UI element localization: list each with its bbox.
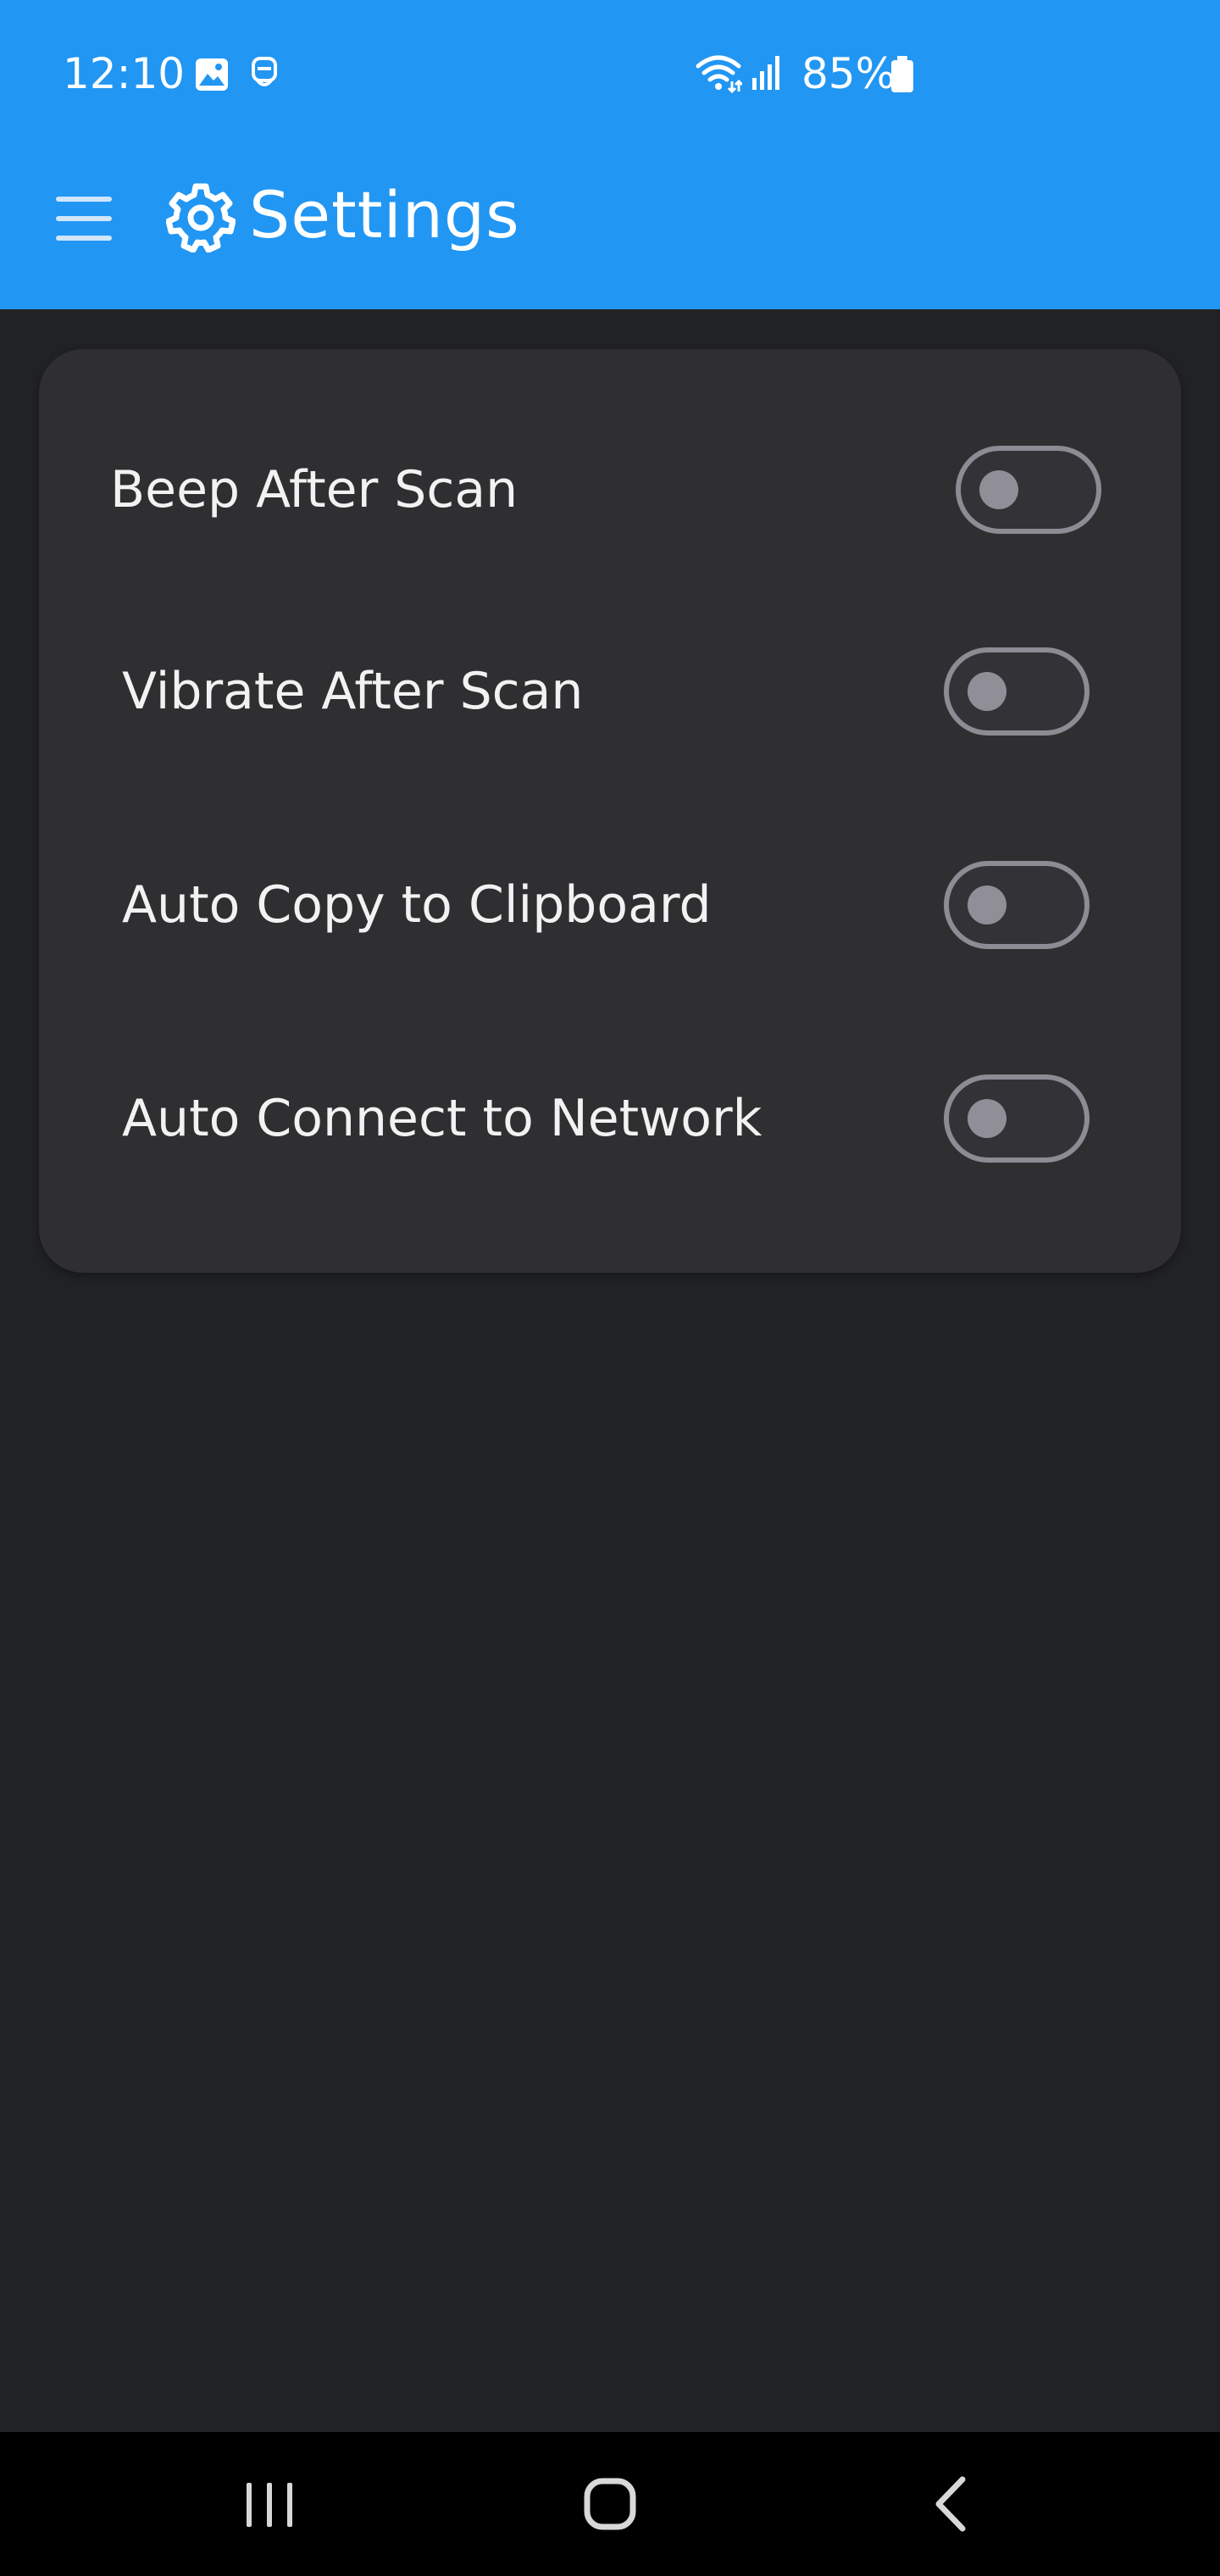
gear-icon xyxy=(166,183,236,253)
toggle-thumb xyxy=(968,886,1006,924)
assistant-icon xyxy=(252,57,277,86)
home-icon[interactable] xyxy=(559,2457,661,2551)
beep-after-scan-toggle[interactable] xyxy=(956,446,1101,534)
signal-icon xyxy=(752,56,779,90)
toggle-thumb xyxy=(979,470,1018,509)
setting-auto-copy-to-clipboard: Auto Copy to Clipboard xyxy=(39,837,1181,973)
status-bar: 12:10 85% xyxy=(0,0,1220,144)
setting-label: Beep After Scan xyxy=(110,460,518,519)
wifi-icon xyxy=(696,55,742,93)
toggle-thumb xyxy=(968,1099,1006,1138)
setting-vibrate-after-scan: Vibrate After Scan xyxy=(39,624,1181,759)
setting-label: Vibrate After Scan xyxy=(122,662,584,721)
battery-percentage: 85% xyxy=(801,49,896,98)
hamburger-menu-icon[interactable] xyxy=(42,178,124,259)
settings-card: Beep After Scan Vibrate After Scan Auto … xyxy=(39,349,1181,1273)
navigation-bar xyxy=(0,2432,1220,2576)
battery-icon xyxy=(891,56,913,92)
back-icon[interactable] xyxy=(901,2457,1003,2551)
app-header: 12:10 85% Settings xyxy=(0,0,1220,309)
toggle-thumb xyxy=(968,672,1006,711)
app-bar: Settings xyxy=(0,144,1220,309)
setting-beep-after-scan: Beep After Scan xyxy=(39,422,1181,558)
vibrate-after-scan-toggle[interactable] xyxy=(944,647,1090,736)
gallery-icon xyxy=(196,58,228,91)
auto-connect-to-network-toggle[interactable] xyxy=(944,1074,1090,1163)
setting-label: Auto Connect to Network xyxy=(122,1089,762,1148)
auto-copy-to-clipboard-toggle[interactable] xyxy=(944,861,1090,949)
page-title: Settings xyxy=(249,177,520,253)
setting-auto-connect-to-network: Auto Connect to Network xyxy=(39,1051,1181,1186)
setting-label: Auto Copy to Clipboard xyxy=(122,875,712,935)
status-time: 12:10 xyxy=(63,49,186,98)
recent-apps-icon[interactable] xyxy=(219,2457,320,2551)
